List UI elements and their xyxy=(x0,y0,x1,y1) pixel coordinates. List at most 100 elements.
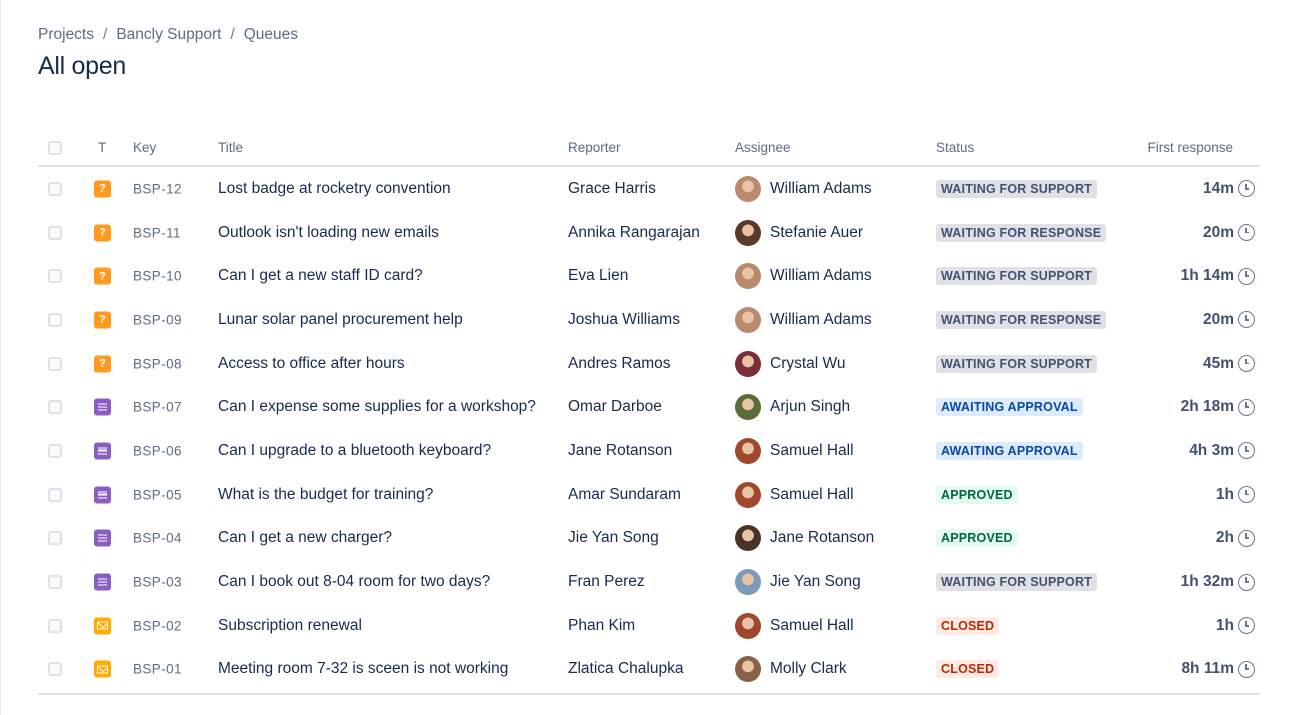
issue-title[interactable]: Outlook isn't loading new emails xyxy=(218,224,439,242)
page-title: All open xyxy=(38,52,126,80)
select-all-checkbox[interactable] xyxy=(48,141,62,155)
table-row[interactable]: BSP-03 Can I book out 8-04 room for two d… xyxy=(38,560,1260,604)
first-response-time: 14m xyxy=(1202,179,1234,197)
issue-title[interactable]: Can I get a new charger? xyxy=(218,529,392,547)
clock-icon xyxy=(1238,660,1255,678)
issue-key[interactable]: BSP-03 xyxy=(133,575,182,590)
issue-assignee[interactable]: Samuel Hall xyxy=(735,481,854,508)
row-checkbox[interactable] xyxy=(48,356,62,371)
table-row[interactable]: BSP-05 What is the budget for training? Am… xyxy=(38,473,1260,517)
table-row[interactable]: ? BSP-10 Can I get a new staff ID card? Eva… xyxy=(38,254,1260,298)
column-header-reporter[interactable]: Reporter xyxy=(568,140,621,155)
row-checkbox[interactable] xyxy=(48,269,62,284)
table-row[interactable]: ? BSP-11 Outlook isn't loading new emails A… xyxy=(38,211,1260,255)
avatar xyxy=(735,350,761,377)
first-response-time: 1h xyxy=(1215,485,1234,503)
question-type-icon: ? xyxy=(94,180,111,198)
row-checkbox[interactable] xyxy=(48,662,62,677)
avatar xyxy=(735,175,761,202)
issue-reporter: Annika Rangarajan xyxy=(568,223,700,241)
table-row[interactable]: BSP-06 Can I upgrade to a bluetooth keybo… xyxy=(38,429,1260,473)
status-badge: WAITING FOR SUPPORT xyxy=(936,573,1098,592)
issue-key[interactable]: BSP-01 xyxy=(133,662,182,677)
issue-assignee[interactable]: Samuel Hall xyxy=(735,437,854,464)
issue-assignee[interactable]: William Adams xyxy=(735,263,872,290)
issue-title[interactable]: Can I upgrade to a bluetooth keyboard? xyxy=(218,442,491,460)
row-checkbox[interactable] xyxy=(48,575,62,590)
column-header-status[interactable]: Status xyxy=(936,140,974,155)
issue-assignee[interactable]: Stefanie Auer xyxy=(735,219,863,246)
issue-key[interactable]: BSP-08 xyxy=(133,356,182,371)
issue-assignee[interactable]: Crystal Wu xyxy=(735,350,846,377)
issue-assignee[interactable]: William Adams xyxy=(735,175,872,202)
table-row[interactable]: ? BSP-09 Lunar solar panel procurement hel… xyxy=(38,298,1260,342)
breadcrumb-bancly-support[interactable]: Bancly Support xyxy=(116,26,221,43)
issues-table: T Key Title Reporter Assignee Status Fir… xyxy=(38,130,1260,696)
clock-icon xyxy=(1238,529,1255,547)
row-checkbox[interactable] xyxy=(48,225,62,240)
email-type-icon xyxy=(94,617,111,635)
table-row[interactable]: BSP-07 Can I expense some supplies for a … xyxy=(38,385,1260,429)
assignee-name: Samuel Hall xyxy=(770,441,854,459)
row-checkbox[interactable] xyxy=(48,181,62,196)
avatar xyxy=(735,219,761,246)
issue-reporter: Zlatica Chalupka xyxy=(568,660,684,678)
issue-assignee[interactable]: Jane Rotanson xyxy=(735,525,875,552)
issue-title[interactable]: Lunar solar panel procurement help xyxy=(218,311,463,329)
breadcrumb-queues[interactable]: Queues xyxy=(244,26,298,43)
issue-assignee[interactable]: Jie Yan Song xyxy=(735,569,861,596)
clock-icon xyxy=(1238,224,1255,242)
column-header-type[interactable]: T xyxy=(98,140,106,155)
issue-title[interactable]: Can I book out 8-04 room for two days? xyxy=(218,573,490,591)
issue-title[interactable]: Meeting room 7-32 is sceen is not workin… xyxy=(218,660,508,678)
first-response: 14m xyxy=(1203,180,1255,198)
issue-reporter: Jie Yan Song xyxy=(568,529,659,547)
issue-reporter: Omar Darboe xyxy=(568,398,662,416)
issue-title[interactable]: Access to office after hours xyxy=(218,355,405,373)
row-checkbox[interactable] xyxy=(48,618,62,633)
row-checkbox[interactable] xyxy=(48,443,62,458)
row-checkbox[interactable] xyxy=(48,312,62,327)
row-checkbox[interactable] xyxy=(48,487,62,502)
breadcrumb: Projects / Bancly Support / Queues xyxy=(38,26,298,44)
issue-title[interactable]: Lost badge at rocketry convention xyxy=(218,180,451,198)
column-header-first-response[interactable]: First response xyxy=(1147,140,1233,155)
issue-reporter: Joshua Williams xyxy=(568,310,680,328)
first-response-time: 2h xyxy=(1215,529,1234,547)
issue-key[interactable]: BSP-05 xyxy=(133,487,182,502)
row-checkbox[interactable] xyxy=(48,400,62,415)
table-row[interactable]: ? BSP-08 Access to office after hours Andre… xyxy=(38,342,1260,386)
first-response: 20m xyxy=(1203,224,1255,242)
issue-key[interactable]: BSP-09 xyxy=(133,312,182,327)
column-header-title[interactable]: Title xyxy=(218,140,243,155)
issue-key[interactable]: BSP-02 xyxy=(133,618,182,633)
table-row[interactable]: BSP-01 Meeting room 7-32 is sceen is not … xyxy=(38,648,1260,692)
issue-assignee[interactable]: Molly Clark xyxy=(735,656,847,683)
issue-key[interactable]: BSP-07 xyxy=(133,400,182,415)
first-response: 4h 3m xyxy=(1189,442,1255,460)
issue-title[interactable]: Can I expense some supplies for a worksh… xyxy=(218,398,536,416)
table-row[interactable]: BSP-02 Subscription renewal Phan Kim Samuel… xyxy=(38,604,1260,648)
table-row[interactable]: ? BSP-12 Lost badge at rocketry convention… xyxy=(38,167,1260,211)
row-checkbox[interactable] xyxy=(48,531,62,546)
issue-assignee[interactable]: Arjun Singh xyxy=(735,394,850,421)
issue-title[interactable]: What is the budget for training? xyxy=(218,486,433,504)
issue-title[interactable]: Subscription renewal xyxy=(218,617,362,635)
first-response-time: 20m xyxy=(1202,310,1234,328)
table-row[interactable]: BSP-04 Can I get a new charger? Jie Yan So… xyxy=(38,517,1260,561)
breadcrumb-projects[interactable]: Projects xyxy=(38,26,94,43)
assignee-name: Samuel Hall xyxy=(770,616,854,634)
assignee-name: Crystal Wu xyxy=(770,354,846,372)
issue-key[interactable]: BSP-10 xyxy=(133,269,182,284)
assignee-name: Jane Rotanson xyxy=(770,529,875,547)
issue-assignee[interactable]: William Adams xyxy=(735,306,872,333)
column-header-key[interactable]: Key xyxy=(133,140,156,155)
issue-key[interactable]: BSP-11 xyxy=(133,225,181,240)
issue-key[interactable]: BSP-06 xyxy=(133,443,182,458)
issue-key[interactable]: BSP-12 xyxy=(133,181,182,196)
issue-title[interactable]: Can I get a new staff ID card? xyxy=(218,267,423,285)
issue-assignee[interactable]: Samuel Hall xyxy=(735,612,854,639)
column-header-assignee[interactable]: Assignee xyxy=(735,140,791,155)
avatar xyxy=(735,612,761,639)
issue-key[interactable]: BSP-04 xyxy=(133,531,182,546)
